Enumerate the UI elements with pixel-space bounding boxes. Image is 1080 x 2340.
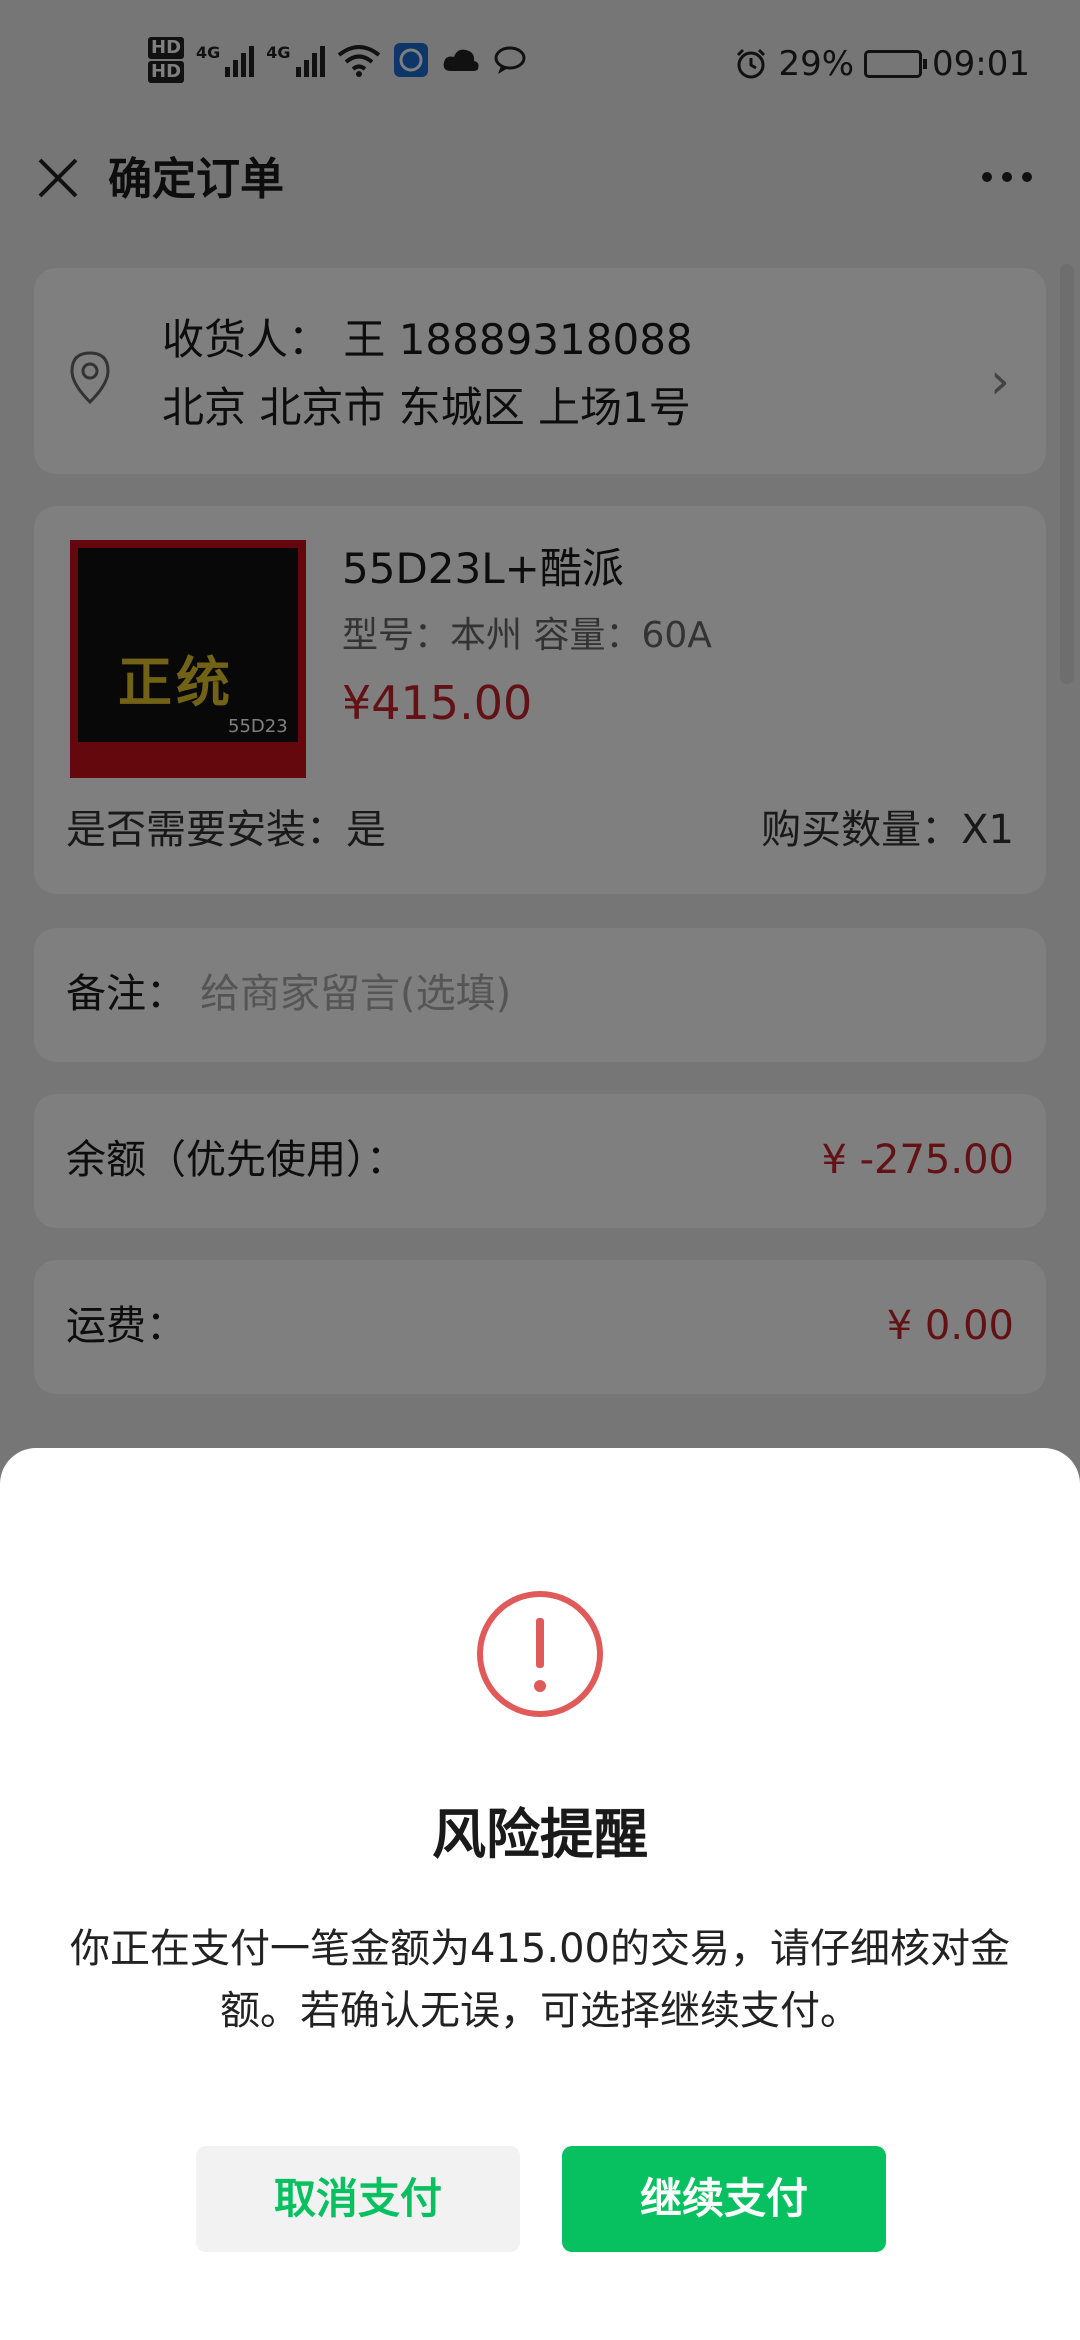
continue-payment-button[interactable]: 继续支付 (562, 2146, 886, 2252)
dialog-message: 你正在支付一笔金额为415.00的交易，请仔细核对金额。若确认无误，可选择继续支… (70, 1926, 1010, 2034)
risk-warning-dialog: 风险提醒 你正在支付一笔金额为415.00的交易，请仔细核对金额。若确认无误，可… (0, 1448, 1080, 2340)
warning-icon (477, 1591, 603, 1717)
dialog-title: 风险提醒 (432, 1803, 648, 1866)
cancel-payment-button[interactable]: 取消支付 (196, 2146, 520, 2252)
